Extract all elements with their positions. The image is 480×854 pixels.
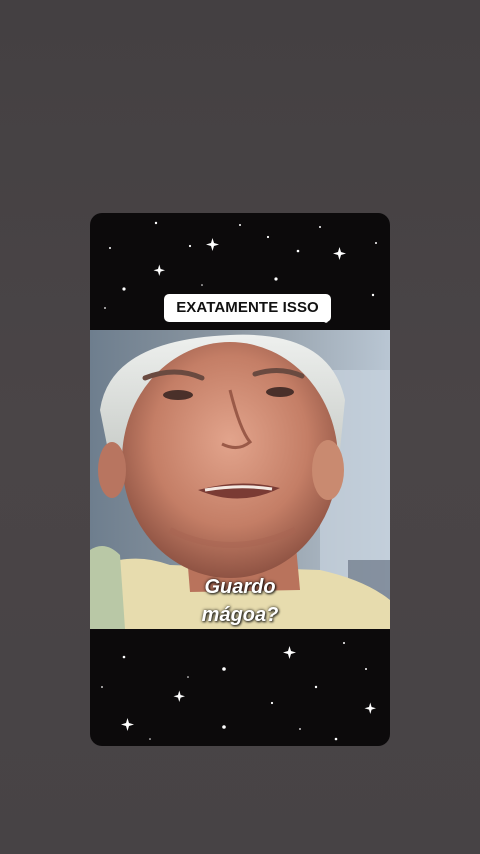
title-badge: EXATAMENTE ISSO (164, 294, 331, 322)
reel-card[interactable]: EXATAMENTE ISSO Guardo mágoa? (90, 213, 390, 746)
starfield-bottom (90, 629, 390, 746)
caption-line-2: mágoa? (201, 604, 279, 626)
stars-decoration (101, 642, 376, 741)
caption-line-1: Guardo (204, 576, 276, 598)
